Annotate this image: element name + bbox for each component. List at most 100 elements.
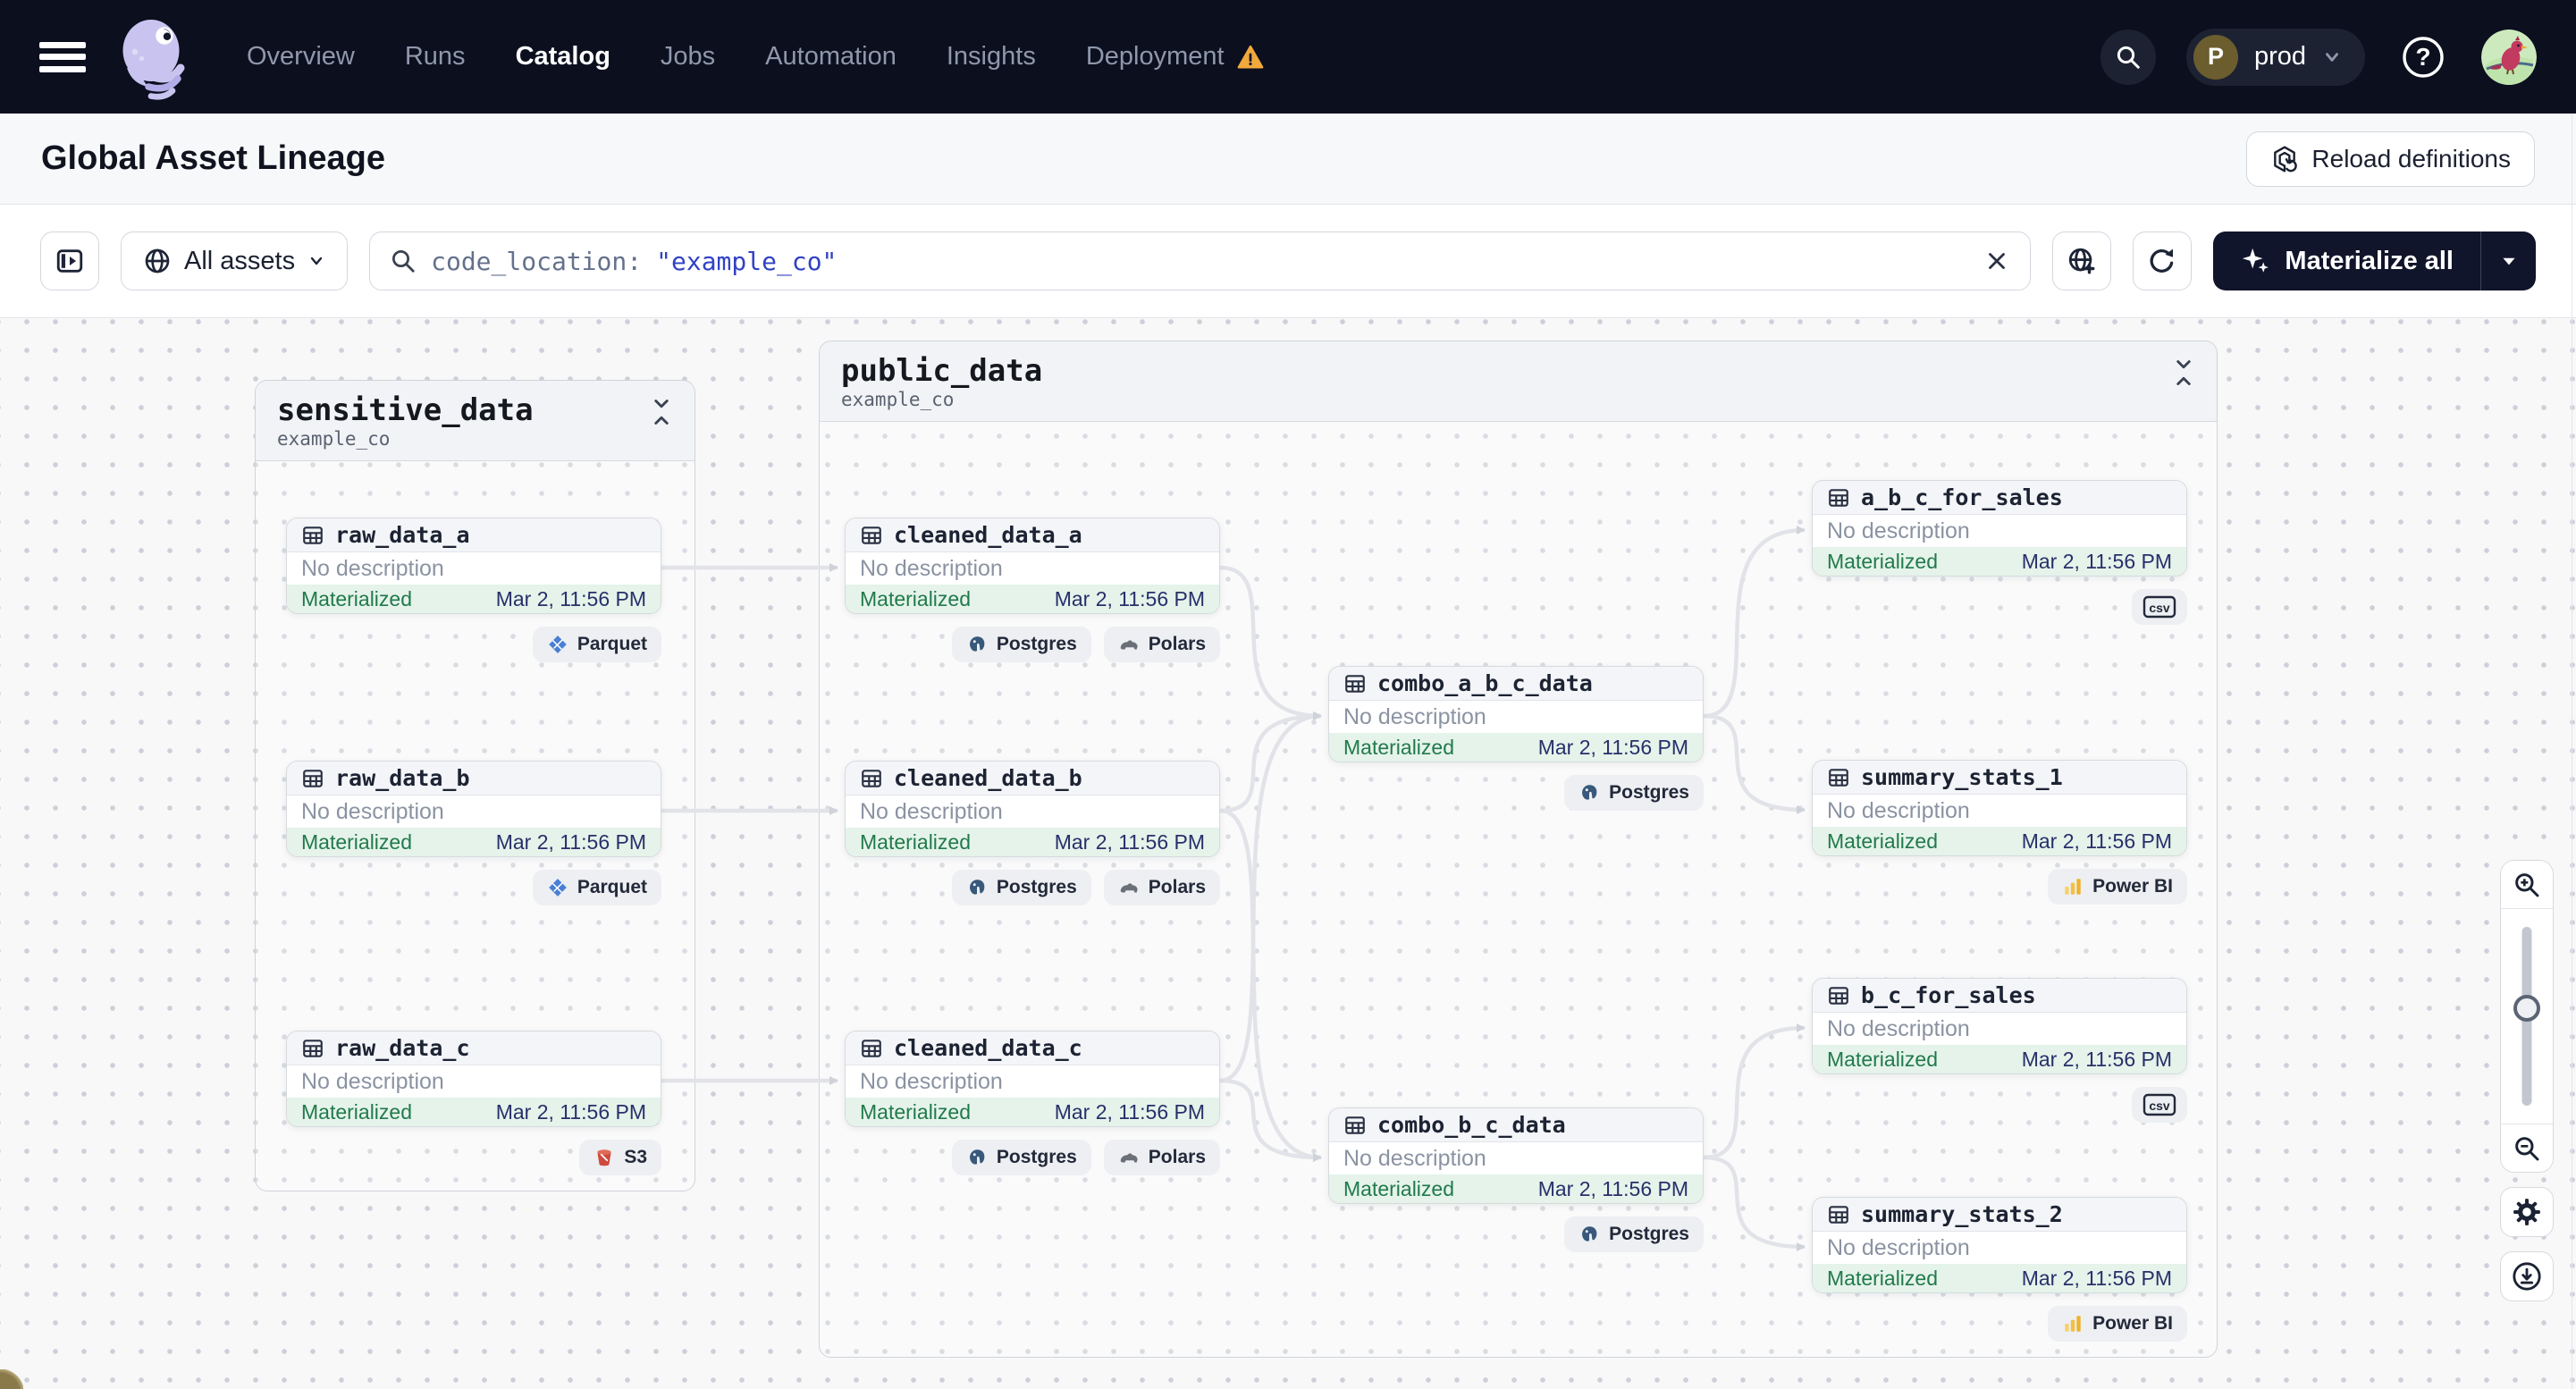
nav-item-jobs[interactable]: Jobs xyxy=(661,42,715,72)
asset-search-input[interactable]: code_location: "example_co" xyxy=(369,232,2032,290)
asset-description: No description xyxy=(287,1065,661,1098)
nav-item-catalog[interactable]: Catalog xyxy=(516,42,610,72)
refresh-button[interactable] xyxy=(2133,232,2193,290)
asset-tag-postgres[interactable]: Postgres xyxy=(951,1140,1091,1175)
parquet-icon xyxy=(548,636,567,653)
asset-tag-postgres[interactable]: Postgres xyxy=(1564,775,1704,811)
asset-tag-s3[interactable]: S3 xyxy=(579,1140,661,1175)
chevron-down-icon xyxy=(2326,52,2338,62)
asset-description: No description xyxy=(846,552,1219,585)
asset-tag-postgres[interactable]: Postgres xyxy=(951,627,1091,662)
deployment-switcher[interactable]: P prod xyxy=(2185,28,2365,86)
graph-settings-button[interactable] xyxy=(2500,1187,2554,1237)
table-icon xyxy=(862,526,881,544)
asset-tag-power-bi[interactable]: Power BI xyxy=(2048,1306,2187,1342)
caret-down-icon xyxy=(2502,257,2515,265)
group-title: public_data xyxy=(841,353,1043,389)
asset-scope-dropdown[interactable]: All assets xyxy=(121,232,349,290)
table-icon xyxy=(862,1039,881,1057)
nav-item-label: Jobs xyxy=(660,42,716,71)
asset-node-raw_data_a[interactable]: raw_data_a No description Materialized M… xyxy=(286,518,661,614)
asset-tag-polars[interactable]: Polars xyxy=(1103,1140,1220,1175)
nav-item-label: Insights xyxy=(946,42,1036,71)
asset-tag-postgres[interactable]: Postgres xyxy=(951,870,1091,905)
materialize-options-button[interactable] xyxy=(2480,232,2536,290)
collapse-group-icon xyxy=(654,400,669,425)
asset-tag-parquet[interactable]: Parquet xyxy=(532,870,661,905)
filter-scope-button[interactable] xyxy=(2052,232,2112,290)
materialized-badge: Materialized xyxy=(860,1099,971,1124)
table-icon xyxy=(1345,674,1365,693)
globe-icon xyxy=(145,248,170,274)
download-graph-button[interactable] xyxy=(2500,1251,2554,1301)
materialize-all-main[interactable]: Materialize all xyxy=(2213,232,2480,290)
asset-node-raw_data_b[interactable]: raw_data_b No description Materialized M… xyxy=(286,761,661,857)
asset-tag-parquet[interactable]: Parquet xyxy=(532,627,661,662)
clear-search-button[interactable] xyxy=(1983,248,2010,274)
menu-icon[interactable] xyxy=(39,37,86,78)
reload-definitions-button[interactable]: Reload definitions xyxy=(2246,130,2535,187)
asset-node-cleaned_data_b[interactable]: cleaned_data_b No description Materializ… xyxy=(845,761,1220,857)
asset-node-header: cleaned_data_b xyxy=(846,762,1219,796)
nav-item-label: Catalog xyxy=(515,42,610,71)
asset-description: No description xyxy=(1813,795,2186,827)
materialized-badge: Materialized xyxy=(860,829,971,854)
asset-node-summary_stats_2[interactable]: summary_stats_2 No description Materiali… xyxy=(1812,1197,2187,1293)
materialized-badge: Materialized xyxy=(301,829,412,854)
nav-item-overview[interactable]: Overview xyxy=(247,42,355,72)
tag-label: Polars xyxy=(1148,634,1206,654)
zoom-slider[interactable] xyxy=(2501,909,2553,1124)
expand-panel-button[interactable] xyxy=(40,232,99,290)
zoom-in-button[interactable] xyxy=(2501,861,2553,909)
asset-node-a_b_c_for_sales[interactable]: a_b_c_for_sales No description Materiali… xyxy=(1812,480,2187,577)
asset-name: raw_data_a xyxy=(335,522,470,548)
asset-node-combo_b_c_data[interactable]: combo_b_c_data No description Materializ… xyxy=(1328,1107,1704,1204)
asset-tag-csv[interactable]: csv xyxy=(2132,589,2187,625)
materialized-badge: Materialized xyxy=(301,1099,412,1124)
asset-tag-csv[interactable]: csv xyxy=(2132,1087,2187,1123)
lineage-toolbar: All assets code_location: "example_co" M… xyxy=(0,205,2576,318)
asset-tag-postgres[interactable]: Postgres xyxy=(1564,1216,1704,1252)
asset-description: No description xyxy=(1329,1142,1703,1174)
postgres-icon xyxy=(1582,1226,1597,1242)
help-button[interactable]: ? xyxy=(2395,29,2451,85)
tag-label: Postgres xyxy=(1609,782,1689,803)
asset-node-summary_stats_1[interactable]: summary_stats_1 No description Materiali… xyxy=(1812,760,2187,856)
collapse-group-button[interactable] xyxy=(2172,354,2195,410)
nav-item-deployment[interactable]: Deployment xyxy=(1086,42,1264,72)
asset-tag-row: Parquet xyxy=(286,627,661,662)
asset-tag-power-bi[interactable]: Power BI xyxy=(2048,869,2187,905)
asset-node-combo_a_b_c_data[interactable]: combo_a_b_c_data No description Material… xyxy=(1328,666,1704,762)
asset-node-cleaned_data_c[interactable]: cleaned_data_c No description Materializ… xyxy=(845,1031,1220,1127)
asset-tag-row: Postgres Polars xyxy=(845,627,1220,662)
polars-icon xyxy=(1120,640,1138,650)
globe-plus-icon xyxy=(2069,248,2095,274)
collapse-group-button[interactable] xyxy=(650,393,673,450)
nav-item-runs[interactable]: Runs xyxy=(405,42,466,72)
asset-node-raw_data_c[interactable]: raw_data_c No description Materialized M… xyxy=(286,1031,661,1127)
csv-icon: csv xyxy=(2142,1093,2176,1116)
asset-node-header: combo_a_b_c_data xyxy=(1329,667,1703,701)
materialize-all-button[interactable]: Materialize all xyxy=(2213,232,2536,290)
asset-node-cleaned_data_a[interactable]: cleaned_data_a No description Materializ… xyxy=(845,518,1220,614)
zoom-slider-thumb[interactable] xyxy=(2513,995,2540,1022)
dagster-logo-icon[interactable] xyxy=(111,14,197,100)
asset-tag-polars[interactable]: Polars xyxy=(1103,870,1220,905)
avatar-bird-image xyxy=(2481,29,2537,85)
materialized-badge: Materialized xyxy=(1827,549,1938,573)
asset-tag-polars[interactable]: Polars xyxy=(1103,627,1220,662)
materialization-timestamp: Mar 2, 11:56 PM xyxy=(2021,1266,2172,1290)
tag-label: Postgres xyxy=(996,634,1077,654)
materialization-timestamp: Mar 2, 11:56 PM xyxy=(1537,1176,1688,1200)
user-avatar[interactable] xyxy=(2481,29,2537,85)
asset-node-b_c_for_sales[interactable]: b_c_for_sales No description Materialize… xyxy=(1812,978,2187,1074)
dagster-app: Overview Runs Catalog Jobs Automation Insight… xyxy=(0,0,2576,1389)
nav-item-automation[interactable]: Automation xyxy=(765,42,897,72)
global-search-button[interactable] xyxy=(2100,29,2156,85)
table-icon xyxy=(1345,1115,1365,1134)
zoom-out-button[interactable] xyxy=(2501,1124,2553,1172)
lineage-canvas[interactable]: sensitive_data example_co public_data ex… xyxy=(0,318,2576,1389)
asset-node-header: raw_data_b xyxy=(287,762,661,796)
sparkles-icon xyxy=(2243,248,2269,273)
nav-item-insights[interactable]: Insights xyxy=(947,42,1036,72)
